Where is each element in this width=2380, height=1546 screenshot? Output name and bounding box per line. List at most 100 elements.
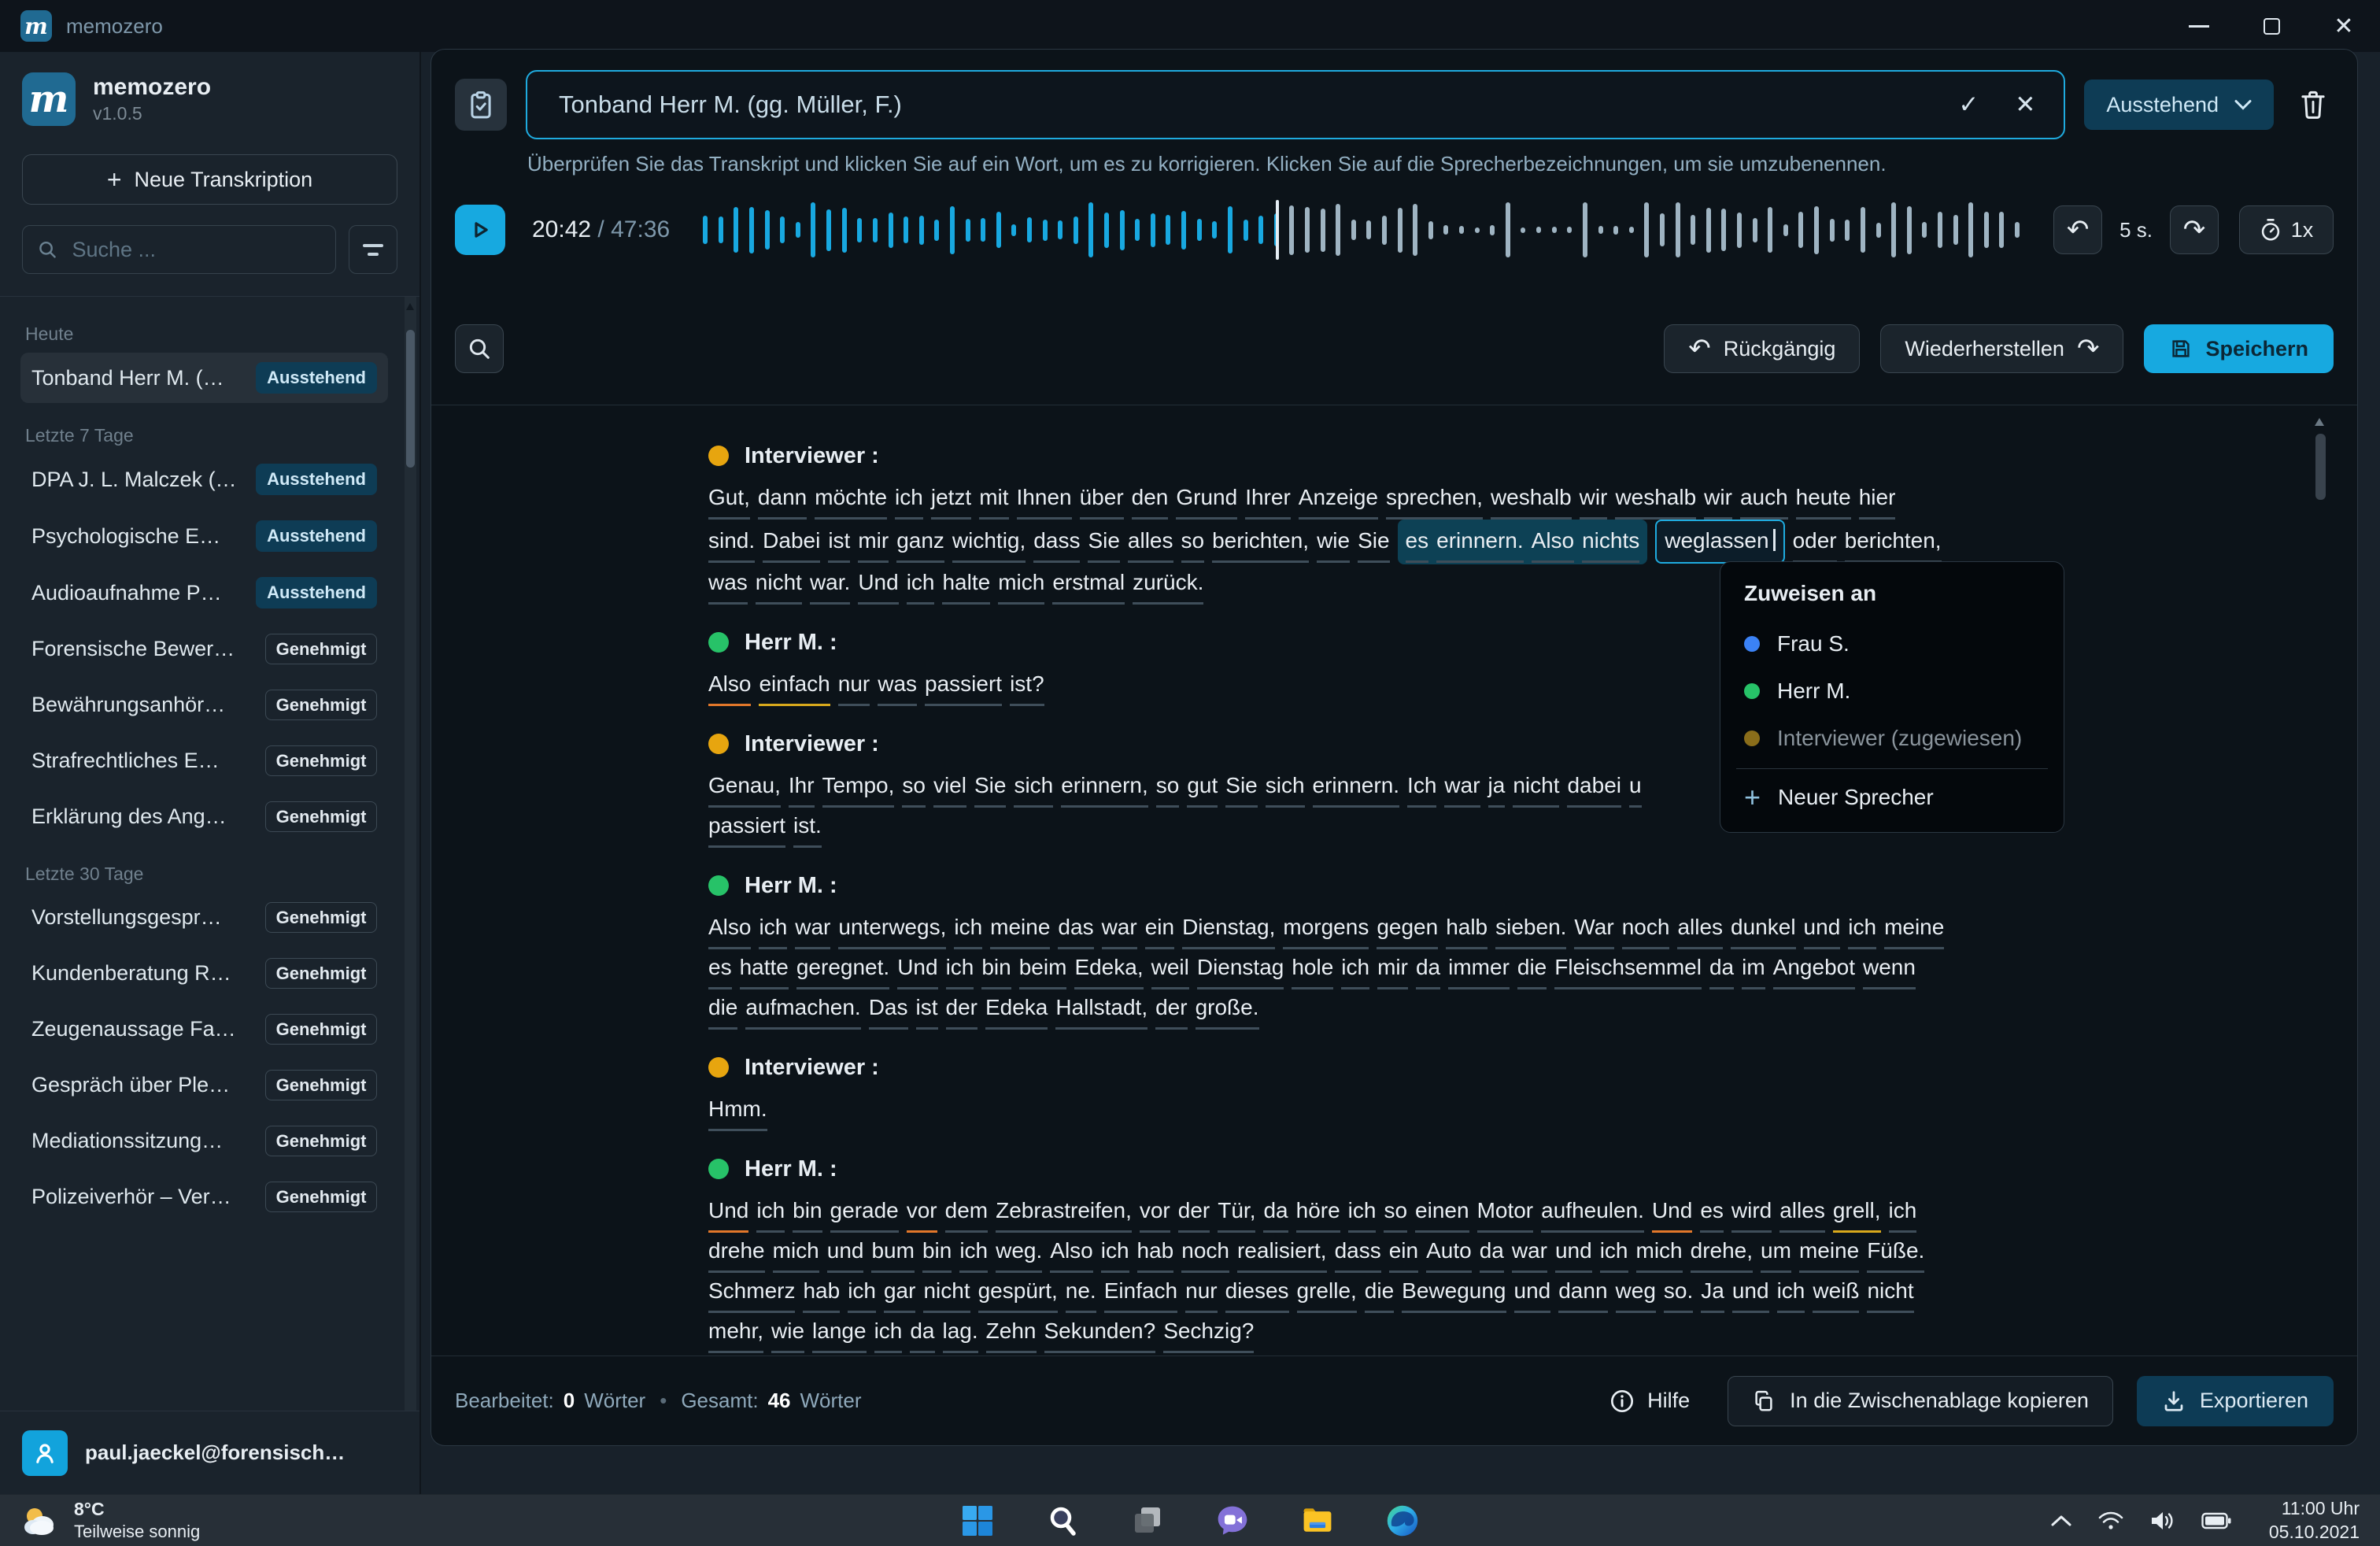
save-button[interactable]: Speichern xyxy=(2144,324,2334,373)
transcript-word[interactable]: Edeka, xyxy=(1074,949,1143,989)
transcript-word[interactable]: beim xyxy=(1019,949,1067,989)
transcript-word[interactable]: ist xyxy=(916,989,938,1030)
transcript-word[interactable]: erstmal xyxy=(1052,564,1125,605)
transcript-word[interactable]: und xyxy=(1514,1273,1551,1313)
transcript-word[interactable]: es xyxy=(1700,1193,1724,1233)
tray-chevron-up-icon[interactable] xyxy=(2050,1514,2072,1528)
transcript-word[interactable]: nicht xyxy=(1867,1273,1913,1313)
transcript-word[interactable]: um xyxy=(1761,1233,1791,1273)
transcript-scrollbar[interactable] xyxy=(2315,434,2326,500)
transcript-word[interactable]: dann xyxy=(1558,1273,1607,1313)
transcript-word[interactable]: höre xyxy=(1296,1193,1340,1233)
transcript-word[interactable]: mich xyxy=(1636,1233,1683,1273)
transcript-word[interactable]: vor xyxy=(1140,1193,1170,1233)
transcript-word[interactable]: ganz xyxy=(896,523,944,563)
transcript-word[interactable]: im xyxy=(1742,949,1765,989)
transcript-word[interactable]: Anzeige xyxy=(1299,479,1378,520)
transcript-word[interactable]: ein xyxy=(1389,1233,1418,1273)
wifi-icon[interactable] xyxy=(2097,1511,2124,1531)
assign-menu-item[interactable]: Frau S. xyxy=(1744,620,2040,668)
transcript-word[interactable]: ein xyxy=(1145,909,1174,949)
playback-speed-button[interactable]: 1x xyxy=(2239,205,2334,254)
transcript-word[interactable]: jetzt xyxy=(931,479,971,520)
transcript-word[interactable]: hab xyxy=(803,1273,840,1313)
user-account[interactable]: paul.jaeckel@forensisch… xyxy=(0,1411,419,1494)
transcript-word[interactable]: Das xyxy=(869,989,908,1030)
transcript-word[interactable]: so. xyxy=(1664,1273,1693,1313)
transcript-word[interactable]: erinnern. xyxy=(1436,523,1524,563)
sidebar-item[interactable]: Tonband Herr M. (…Ausstehend xyxy=(20,353,388,403)
transcript-word[interactable]: Ja xyxy=(1701,1273,1724,1313)
transcript-word[interactable]: ich xyxy=(848,1273,876,1313)
file-explorer-button[interactable] xyxy=(1299,1503,1336,1539)
transcript-word[interactable]: ne. xyxy=(1066,1273,1096,1313)
transcript-word[interactable]: weg. xyxy=(996,1233,1042,1273)
transcript-word[interactable]: aufmachen. xyxy=(745,989,860,1030)
taskbar-weather-widget[interactable]: 8°C Teilweise sonnig xyxy=(20,1499,200,1542)
transcript-word[interactable]: mich xyxy=(998,564,1044,605)
transcript-word[interactable]: ist? xyxy=(1010,666,1044,706)
transcript-word[interactable]: und xyxy=(1555,1233,1592,1273)
transcript-search-button[interactable] xyxy=(455,324,504,373)
transcript-word[interactable]: hier xyxy=(1859,479,1896,520)
transcript-word[interactable]: sich xyxy=(1266,767,1305,808)
transcript-type-button[interactable] xyxy=(455,79,507,131)
transcript-word[interactable]: Zehn xyxy=(986,1313,1037,1353)
transcript-word[interactable]: lag. xyxy=(943,1313,978,1353)
transcript-word[interactable]: oder xyxy=(1793,523,1837,563)
transcript-word[interactable]: lange xyxy=(812,1313,867,1353)
transcript-word[interactable]: da xyxy=(1263,1193,1288,1233)
transcript-word[interactable]: bin xyxy=(981,949,1011,989)
transcript-word[interactable]: der xyxy=(1155,989,1187,1030)
undo-button[interactable]: ↶ Rückgängig xyxy=(1664,324,1860,373)
transcript-word[interactable]: gut xyxy=(1187,767,1218,808)
skip-forward-button[interactable]: ↷ xyxy=(2170,205,2219,254)
transcript-word[interactable]: u xyxy=(1629,767,1642,808)
transcript-word[interactable]: möchte xyxy=(815,479,887,520)
transcript-word[interactable]: die xyxy=(708,989,737,1030)
transcript-word[interactable]: Dienstag xyxy=(1197,949,1284,989)
new-speaker-item[interactable]: + Neuer Sprecher xyxy=(1744,775,2040,819)
transcript-word[interactable]: ist. xyxy=(793,808,822,848)
transcript-word[interactable]: weiß xyxy=(1813,1273,1859,1313)
transcript-word[interactable]: Motor xyxy=(1477,1193,1534,1233)
speaker-row[interactable]: Herr M. : xyxy=(708,1153,2334,1185)
transcript-word[interactable]: Hmm. xyxy=(708,1091,767,1131)
transcript-word[interactable]: wir xyxy=(1580,479,1608,520)
transcript-word[interactable]: weshalb xyxy=(1615,479,1696,520)
transcript-word[interactable]: Angebot xyxy=(1773,949,1855,989)
transcript-word[interactable]: mit xyxy=(979,479,1008,520)
transcript-word[interactable]: vor xyxy=(907,1193,937,1233)
transcript-word[interactable]: weshalb xyxy=(1491,479,1572,520)
transcript-word[interactable]: hole xyxy=(1292,949,1333,989)
transcript-word[interactable]: nicht xyxy=(923,1273,970,1313)
transcript-word[interactable]: der xyxy=(1178,1193,1210,1233)
transcript-word[interactable]: dass xyxy=(1033,523,1080,563)
transcript-word[interactable]: noch xyxy=(1622,909,1670,949)
transcript-word[interactable]: die xyxy=(1365,1273,1394,1313)
transcript-word[interactable]: heute xyxy=(1796,479,1851,520)
transcript-word[interactable]: aufheulen. xyxy=(1541,1193,1644,1233)
sidebar-item[interactable]: Psychologische E…Ausstehend xyxy=(20,511,388,561)
transcript-word[interactable]: ich xyxy=(1600,1233,1628,1273)
transcript-word[interactable]: Also xyxy=(708,909,751,949)
help-button[interactable]: Hilfe xyxy=(1605,1388,1694,1415)
sidebar-item[interactable]: Bewährungsanhör…Genehmigt xyxy=(20,680,388,730)
transcript-word[interactable]: Dabei xyxy=(763,523,820,563)
transcript-word[interactable]: Tür, xyxy=(1218,1193,1255,1233)
transcript-word[interactable]: war xyxy=(1102,909,1137,949)
transcript-word[interactable]: wir xyxy=(1704,479,1732,520)
sidebar-item[interactable]: Kundenberatung R…Genehmigt xyxy=(20,949,388,998)
transcript-word[interactable]: Gut, xyxy=(708,479,750,520)
transcript-word[interactable]: ich xyxy=(954,909,982,949)
transcript-word[interactable]: passiert xyxy=(708,808,785,848)
speaker-row[interactable]: Interviewer : xyxy=(708,728,2334,760)
skip-back-button[interactable]: ↶ xyxy=(2053,205,2102,254)
play-button[interactable] xyxy=(455,205,505,255)
transcript-word[interactable]: war xyxy=(795,909,830,949)
transcript-word[interactable]: alles xyxy=(1779,1193,1825,1233)
transcript-word[interactable]: morgens xyxy=(1283,909,1369,949)
sidebar-item[interactable]: Vorstellungsgespr…Genehmigt xyxy=(20,893,388,942)
transcript-word[interactable]: wird xyxy=(1731,1193,1772,1233)
transcript-word[interactable]: was xyxy=(878,666,917,706)
